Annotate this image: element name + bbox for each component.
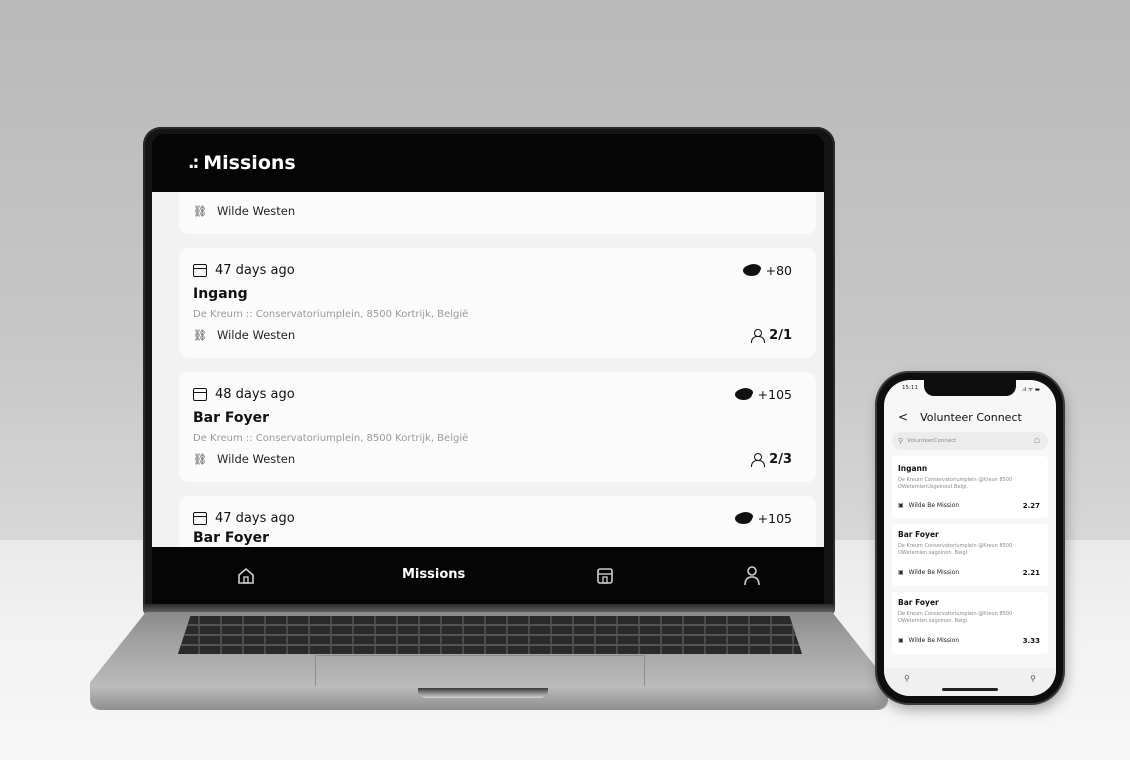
mission-date: 47 days ago	[215, 263, 295, 278]
mission-organization: Wilde Be Mission	[908, 502, 960, 509]
user-icon[interactable]	[742, 565, 762, 587]
laptop-opening-notch	[418, 688, 548, 698]
phone-notch	[924, 380, 1016, 396]
search-placeholder: VolunteerConnect	[907, 438, 957, 444]
back-icon[interactable]: <	[898, 410, 908, 424]
calendar-icon	[193, 264, 207, 277]
mission-title: Bar Foyer	[898, 598, 939, 607]
mission-organization: Wilde Be Mission	[908, 569, 960, 576]
organization-icon: ▣	[898, 569, 904, 576]
mission-title: Bar Foyer	[193, 410, 270, 426]
page-title: Missions	[203, 152, 296, 174]
mission-date: 48 days ago	[215, 387, 295, 402]
laptop-screen: .: Missions ⛓ Wilde Westen 47 days ago +…	[152, 134, 824, 604]
status-icons: .ıl ᯤ ▬	[1021, 387, 1040, 393]
mission-address: De Kreum :: Conservatoriumplein, 8500 Ko…	[193, 433, 469, 444]
search-input[interactable]: ⚲ VolunteerConnect ☖	[892, 432, 1048, 450]
organization-icon: ⛓	[193, 204, 207, 218]
mission-value: 2.27	[1022, 502, 1040, 510]
mission-organization: Wilde Be Mission	[908, 637, 960, 644]
person-icon	[751, 453, 766, 467]
mission-reward: +105	[757, 387, 792, 402]
store-icon[interactable]	[595, 566, 615, 586]
mission-address: De Kreum :: Conservatoriumplein, 8500 Ko…	[193, 309, 469, 320]
organization-icon: ⛓	[193, 328, 207, 342]
phone-screen: 15:11 .ıl ᯤ ▬ < Volunteer Connect ⚲ Volu…	[884, 380, 1056, 696]
mission-address: De Kreum Conservatoriumplein @Kreun 8500…	[898, 477, 1013, 490]
search-icon[interactable]: ⚲	[904, 674, 910, 683]
coin-icon	[734, 389, 752, 400]
mission-reward: +105	[757, 511, 792, 526]
mission-card-partial[interactable]: ⛓ Wilde Westen	[179, 192, 816, 234]
laptop-trackpad	[315, 655, 645, 689]
calendar-icon	[193, 388, 207, 401]
phone-header: < Volunteer Connect	[898, 410, 1022, 424]
mission-card[interactable]: 47 days ago +105 Bar Foyer	[179, 496, 816, 547]
search-icon[interactable]: ⚲	[1030, 674, 1036, 683]
status-time: 15:11	[902, 385, 918, 391]
mission-title: Bar Foyer	[898, 530, 939, 539]
filter-icon[interactable]: ☖	[1034, 437, 1040, 445]
mission-title: Bar Foyer	[193, 530, 270, 546]
mission-card[interactable]: 48 days ago +105 Bar Foyer De Kreum :: C…	[179, 372, 816, 482]
organization-icon: ⛓	[193, 452, 207, 466]
app-header: .: Missions	[152, 134, 824, 192]
mission-reward: +80	[765, 263, 792, 278]
mission-participants: 2/1	[769, 328, 792, 343]
phone-mission-card[interactable]: Ingann De Kreum Conservatoriumplein @Kre…	[892, 456, 1048, 518]
mission-organization: Wilde Westen	[216, 328, 296, 342]
mission-date: 47 days ago	[215, 511, 295, 526]
phone-bottom-bar: ⚲ ⚲	[884, 668, 1056, 696]
mission-address: De Kreum Conservatoriumplein @Kreun 8500…	[898, 543, 1013, 556]
phone-mission-card[interactable]: Bar Foyer De Kreum Conservatoriumplein @…	[892, 592, 1048, 654]
bottom-tab-bar: Missions	[152, 547, 824, 604]
mission-value: 2.21	[1022, 569, 1040, 577]
mission-organization: Wilde Westen	[216, 452, 296, 466]
mission-organization: Wilde Westen	[216, 204, 296, 218]
missions-list[interactable]: ⛓ Wilde Westen 47 days ago +80 Ingang De…	[152, 192, 824, 547]
app-logo-icon: .:	[188, 153, 199, 173]
coin-icon	[742, 265, 760, 276]
home-icon[interactable]	[236, 566, 256, 586]
person-icon	[751, 329, 766, 343]
mission-address: De Kreum Conservatoriumplein @Kreun 8500…	[898, 611, 1013, 624]
mission-card[interactable]: 47 days ago +80 Ingang De Kreum :: Conse…	[179, 248, 816, 358]
calendar-icon	[193, 512, 207, 525]
phone-title: Volunteer Connect	[920, 410, 1022, 424]
tab-missions[interactable]: Missions	[402, 567, 465, 582]
organization-icon: ▣	[898, 502, 904, 509]
phone-mission-card[interactable]: Bar Foyer De Kreum Conservatoriumplein @…	[892, 524, 1048, 586]
home-indicator[interactable]	[942, 688, 998, 691]
search-icon: ⚲	[898, 437, 904, 445]
mission-title: Ingang	[193, 286, 248, 302]
mission-participants: 2/3	[769, 452, 792, 467]
mission-value: 3.33	[1022, 637, 1040, 645]
coin-icon	[734, 513, 752, 524]
organization-icon: ▣	[898, 637, 904, 644]
mission-title: Ingann	[898, 464, 928, 473]
laptop-keyboard	[178, 616, 802, 654]
